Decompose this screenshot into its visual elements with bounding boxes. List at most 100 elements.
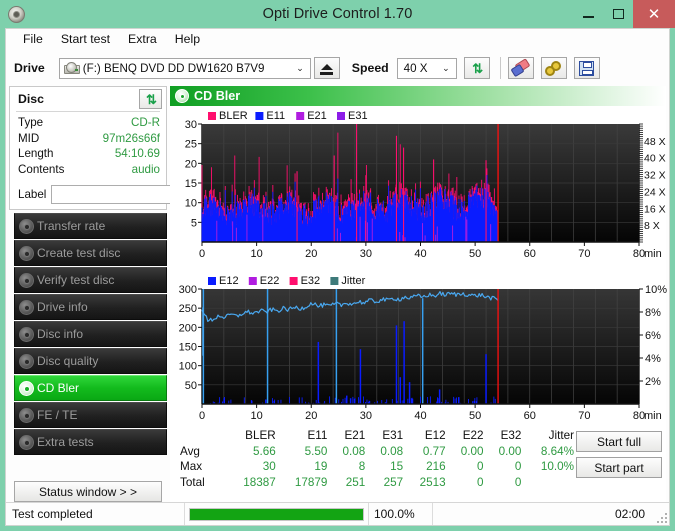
cd-disc-icon bbox=[170, 89, 194, 103]
menu-extra[interactable]: Extra bbox=[119, 29, 166, 50]
stats-col-e32: E32 bbox=[500, 429, 522, 443]
disc-refresh-button[interactable]: ⇅ bbox=[139, 89, 162, 109]
cd-disc-icon bbox=[15, 407, 37, 423]
nav-list: Transfer rate Create test disc Verify te… bbox=[9, 213, 167, 455]
sidebar-item-drive-info[interactable]: Drive info bbox=[14, 294, 167, 320]
gears-icon bbox=[545, 60, 562, 76]
cd-disc-icon bbox=[15, 245, 37, 261]
app-window: Opti Drive Control 1.70 ✕ File Start tes… bbox=[0, 0, 675, 531]
progress-track bbox=[189, 507, 364, 521]
disc-row-type-value: CD-R bbox=[131, 116, 160, 130]
app-icon bbox=[6, 5, 26, 25]
chart-lower-x-axis: 0 10 20 30 40 50 60 70 80min bbox=[199, 403, 662, 422]
sidebar-item-verify-test-disc[interactable]: Verify test disc bbox=[14, 267, 167, 293]
sidebar-item-create-test-disc[interactable]: Create test disc bbox=[14, 240, 167, 266]
window-buttons: ✕ bbox=[573, 0, 675, 28]
svg-text:E12: E12 bbox=[219, 275, 239, 287]
sidebar-item-disc-quality[interactable]: Disc quality bbox=[14, 348, 167, 374]
resize-grip[interactable] bbox=[655, 503, 669, 525]
stats-cell: 17879 bbox=[294, 475, 328, 489]
menu-help[interactable]: Help bbox=[166, 29, 209, 50]
sidebar-item-label: CD Bler bbox=[37, 381, 80, 395]
elapsed-time: 02:00 bbox=[614, 507, 645, 521]
drive-select[interactable]: (F:) BENQ DVD DD DW1620 B7V9 ⌄ bbox=[58, 57, 311, 79]
refresh-button[interactable]: ⇅ bbox=[463, 57, 490, 79]
svg-text:50: 50 bbox=[185, 380, 197, 392]
stats-cell: 0.00 bbox=[498, 444, 522, 458]
stats-header-row: BLER E11 E21 E31 E12 E22 E32 Jitter bbox=[170, 428, 576, 444]
speed-select[interactable]: 40 X ⌄ bbox=[396, 57, 457, 79]
stats-cell: 0.77 bbox=[422, 444, 446, 458]
disc-row-length-key: Length bbox=[18, 147, 54, 161]
svg-text:250: 250 bbox=[179, 303, 197, 315]
maximize-button[interactable] bbox=[603, 0, 633, 28]
svg-text:E11: E11 bbox=[266, 110, 285, 122]
menu-start-test[interactable]: Start test bbox=[52, 29, 119, 50]
main-split: Disc ⇅ Type CD-R MID 97m26s66f Length 54… bbox=[6, 86, 669, 502]
save-button[interactable] bbox=[573, 57, 600, 79]
erase-button[interactable] bbox=[507, 57, 534, 79]
content-area: CD Bler BLER E11 E21 E31 5 10 15 20 25 30 8 X 16 … bbox=[167, 86, 667, 502]
svg-text:8%: 8% bbox=[645, 307, 661, 319]
svg-text:24 X: 24 X bbox=[644, 186, 666, 198]
svg-text:0: 0 bbox=[199, 248, 205, 260]
sidebar-item-fe-te[interactable]: FE / TE bbox=[14, 402, 167, 428]
sidebar-item-cd-bler[interactable]: CD Bler bbox=[14, 375, 167, 401]
disc-row-mid-key: MID bbox=[18, 131, 40, 145]
charts-container: BLER E11 E21 E31 5 10 15 20 25 30 8 X 16 X 24 X 32 … bbox=[170, 106, 667, 502]
panel-header: CD Bler bbox=[170, 86, 666, 106]
menu-file[interactable]: File bbox=[14, 29, 52, 50]
svg-text:70: 70 bbox=[578, 410, 590, 422]
disc-row-contents: Contents audio bbox=[18, 162, 160, 178]
start-part-button[interactable]: Start part bbox=[576, 457, 662, 478]
svg-text:50: 50 bbox=[469, 410, 481, 422]
disc-panel-header: Disc ⇅ bbox=[10, 87, 166, 111]
stats-row-max-label: Max bbox=[180, 460, 203, 474]
svg-text:40: 40 bbox=[414, 410, 426, 422]
sidebar-item-label: FE / TE bbox=[37, 408, 78, 422]
chart-lower-y-axis: 50 100 150 200 250 300 bbox=[179, 284, 203, 404]
svg-text:E21: E21 bbox=[307, 110, 327, 122]
svg-text:8 X: 8 X bbox=[644, 220, 660, 232]
svg-text:150: 150 bbox=[179, 342, 197, 354]
close-button[interactable]: ✕ bbox=[633, 0, 675, 28]
disc-row-mid-value: 97m26s66f bbox=[102, 131, 160, 145]
stats-cell: 19 bbox=[314, 460, 328, 474]
chart-upper-x-axis: 0 10 20 30 40 50 60 70 80min bbox=[199, 241, 662, 260]
cd-disc-icon bbox=[15, 218, 37, 234]
sidebar-item-disc-info[interactable]: Disc info bbox=[14, 321, 167, 347]
svg-text:20: 20 bbox=[305, 410, 317, 422]
svg-text:25: 25 bbox=[185, 139, 197, 151]
svg-text:E22: E22 bbox=[260, 275, 280, 287]
stats-cell bbox=[523, 475, 576, 491]
status-message: Test completed bbox=[6, 503, 185, 525]
options-button[interactable] bbox=[540, 57, 567, 79]
drive-select-value: (F:) BENQ DVD DD DW1620 B7V9 bbox=[82, 61, 265, 75]
stats-col-e12: E12 bbox=[424, 429, 446, 443]
start-full-button[interactable]: Start full bbox=[576, 431, 662, 452]
progress-bar bbox=[185, 503, 369, 525]
minimize-button[interactable] bbox=[573, 0, 603, 28]
sidebar: Disc ⇅ Type CD-R MID 97m26s66f Length 54… bbox=[9, 86, 257, 502]
panel-title: CD Bler bbox=[194, 89, 241, 103]
speed-select-value: 40 X bbox=[403, 61, 428, 75]
svg-text:2%: 2% bbox=[645, 376, 661, 388]
stats-cell: 15 bbox=[390, 460, 404, 474]
sidebar-item-extra-tests[interactable]: Extra tests bbox=[14, 429, 167, 455]
svg-text:20: 20 bbox=[305, 248, 317, 260]
svg-text:min: min bbox=[644, 248, 662, 260]
svg-text:6%: 6% bbox=[645, 330, 661, 342]
stats-cell: 0 bbox=[477, 475, 484, 489]
sidebar-item-label: Disc quality bbox=[37, 354, 99, 368]
svg-text:30: 30 bbox=[360, 410, 372, 422]
status-window-button[interactable]: Status window > > bbox=[14, 481, 162, 502]
sidebar-item-transfer-rate[interactable]: Transfer rate bbox=[14, 213, 167, 239]
eject-button[interactable] bbox=[313, 57, 340, 79]
stats-cell: 8 bbox=[358, 460, 366, 474]
stats-cell: 2513 bbox=[419, 475, 446, 489]
stats-col-e11: E11 bbox=[307, 429, 328, 443]
chart-lower-y2-axis: 2% 4% 6% 8% 10% bbox=[638, 284, 667, 404]
svg-text:4%: 4% bbox=[645, 353, 661, 365]
sidebar-item-label: Transfer rate bbox=[37, 219, 106, 233]
cd-disc-icon bbox=[15, 380, 37, 396]
